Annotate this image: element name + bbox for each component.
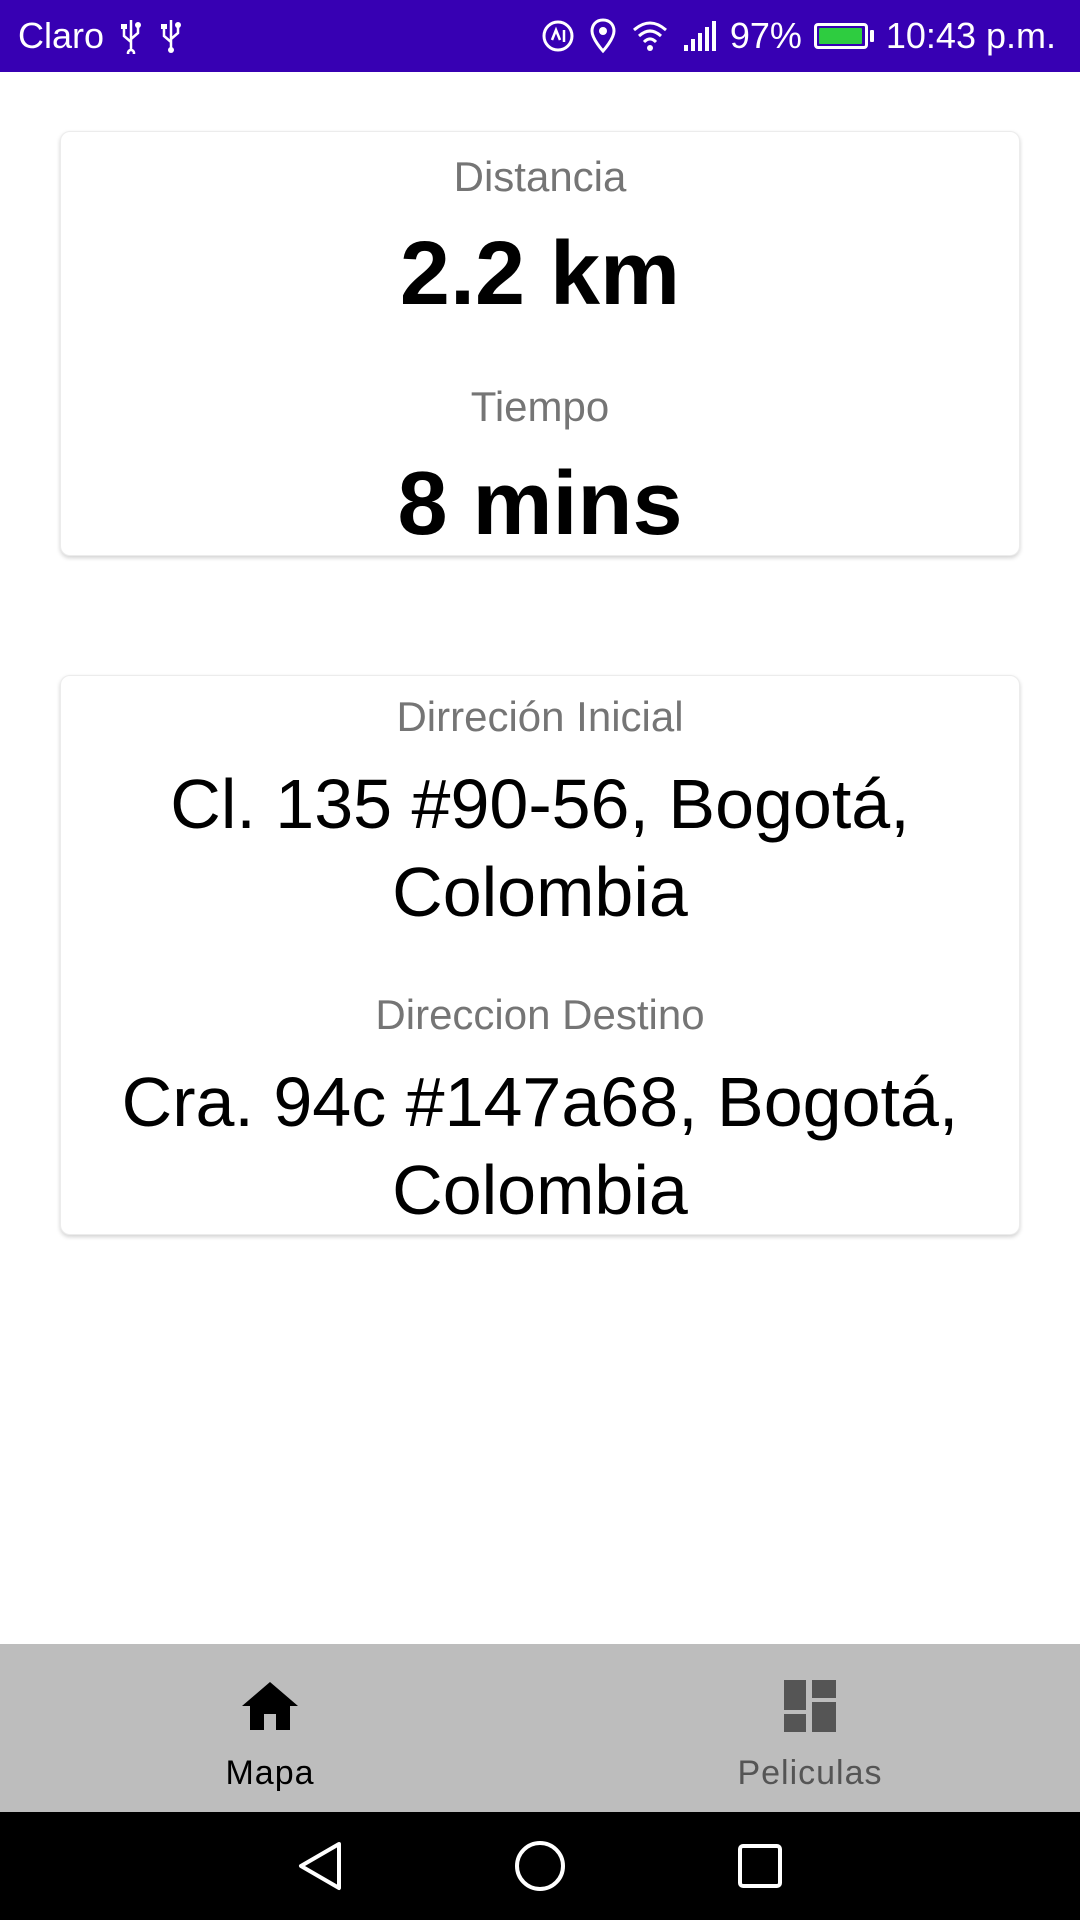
start-address-value: Cl. 135 #90-56, Bogotá, Colombia [170,765,910,931]
carrier-name: Claro [18,15,105,56]
battery-icon [813,23,874,49]
nav-item-mapa[interactable]: Mapa [0,1644,540,1812]
distance-value: 2.2 km [399,224,681,324]
usb-icon [118,18,144,54]
trip-summary-card: Distancia 2.2 km Tiempo 8 mins [60,131,1020,556]
bottom-navigation: Mapa Peliculas [0,1644,1080,1812]
screen: Claro 97% 10:43 p.m. Distancia 2.2 km Ti… [0,0,1080,1920]
home-circle-icon[interactable] [510,1836,570,1896]
system-navigation-bar [0,1812,1080,1920]
time-value: 8 mins [397,454,683,554]
location-icon [588,17,618,55]
recents-icon[interactable] [730,1836,790,1896]
usb-icon [158,18,184,54]
status-left: Claro [18,15,184,57]
destination-address-label: Direccion Destino [375,991,705,1038]
clock: 10:43 p.m. [885,15,1056,56]
status-right: 97% 10:43 p.m. [540,15,1056,57]
battery-fill [818,28,862,44]
home-icon [238,1674,302,1738]
destination-address-value: Cra. 94c #147a68, Bogotá, Colombia [121,1063,959,1229]
dashboard-icon [778,1674,842,1738]
wifi-icon [630,18,670,54]
signal-icon [682,19,718,53]
battery-percent: 97% [729,15,802,56]
distance-label: Distancia [453,153,627,200]
start-address-label: Dirreción Inicial [396,693,684,740]
time-label: Tiempo [470,383,610,430]
nav-label-peliculas: Peliculas [737,1754,883,1792]
addresses-card: Dirreción Inicial Cl. 135 #90-56, Bogotá… [60,675,1020,1235]
status-bar: Claro 97% 10:43 p.m. [0,0,1080,72]
data-saver-icon [540,18,576,54]
nav-item-peliculas[interactable]: Peliculas [540,1644,1080,1812]
nav-label-mapa: Mapa [225,1754,315,1792]
back-icon[interactable] [290,1836,350,1896]
